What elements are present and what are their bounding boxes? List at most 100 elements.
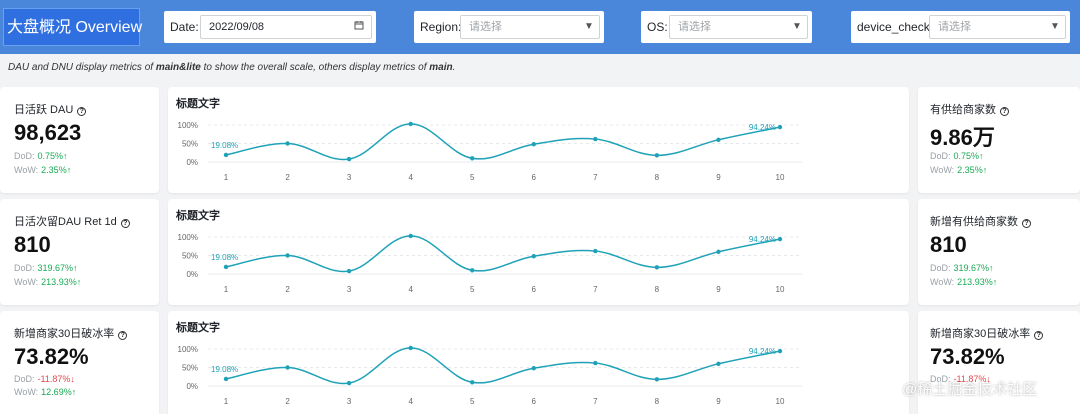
data-point	[346, 268, 352, 274]
x-tick-label: 6	[532, 397, 537, 406]
data-point	[408, 233, 413, 239]
data-point	[531, 366, 536, 371]
data-point	[408, 345, 413, 351]
data-point	[470, 268, 475, 273]
y-tick-label: 0%	[186, 158, 198, 167]
kpi-title: 有供给商家数?	[930, 101, 1009, 117]
data-point	[285, 253, 290, 258]
kpi-title-text: 新增商家30日破冰率	[930, 328, 1031, 340]
kpi-title: 新增商家30日破冰率?	[14, 325, 128, 341]
data-point	[593, 360, 598, 366]
wow-value: 2.35%	[957, 165, 983, 175]
date-picker[interactable]: 2022/09/08	[200, 15, 372, 39]
date-filter: Date: 2022/09/08	[164, 11, 376, 43]
data-point	[285, 141, 290, 146]
arrow-down-icon: ↓	[70, 374, 75, 384]
caret-down-icon[interactable]: ▼	[792, 11, 802, 43]
dod-value: 319.67%	[37, 263, 74, 273]
data-point	[716, 249, 721, 254]
kpi-dod: DoD: 319.67%↑	[930, 263, 994, 273]
device-check-select[interactable]: 请选择	[929, 15, 1066, 39]
kpi-dod: DoD: 319.67%↑	[14, 263, 78, 273]
x-tick-label: 3	[347, 173, 352, 182]
x-tick-label: 2	[285, 173, 290, 182]
note-bold: main	[429, 62, 453, 73]
caret-down-icon[interactable]: ▼	[1050, 11, 1060, 43]
question-circle-icon[interactable]: ?	[120, 219, 130, 228]
kpi-title-text: 日活跃 DAU	[14, 104, 74, 116]
data-label: 94.24%	[749, 235, 776, 244]
x-tick-label: 6	[532, 173, 537, 182]
series-line	[225, 235, 781, 273]
data-point	[777, 348, 783, 354]
kpi-dod: DoD: 0.75%↑	[930, 151, 984, 161]
caret-down-icon[interactable]: ▼	[584, 11, 594, 43]
wow-value: 213.93%	[957, 277, 993, 287]
kpi-card-dau-ret: 日活次留DAU Ret 1d? 810 DoD: 319.67%↑ WoW: 213…	[0, 199, 159, 305]
note-text: .	[452, 62, 456, 73]
wow-value: 2.35%	[41, 165, 67, 175]
series-line	[225, 123, 781, 161]
kpi-title: 日活次留DAU Ret 1d?	[14, 213, 130, 229]
line-chart: 100% 50% 0% 1 2 3 4 5 6 7 8 9 10 19.08% 94.24%	[178, 233, 802, 294]
x-tick-label: 9	[716, 173, 721, 182]
data-point	[716, 137, 721, 142]
question-circle-icon[interactable]: ?	[1000, 107, 1009, 116]
arrow-up-icon: ↑	[71, 387, 77, 397]
kpi-card-icebreak: 新增商家30日破冰率? 73.82% DoD: -11.87%↓ WoW: 12.6…	[0, 311, 159, 414]
calendar-icon[interactable]	[354, 11, 364, 43]
y-tick-label: 100%	[178, 121, 198, 130]
question-circle-icon[interactable]: ?	[1022, 219, 1031, 228]
data-point	[777, 236, 783, 242]
x-tick-label: 5	[470, 173, 475, 182]
watermark: @稀土掘金技术社区	[902, 381, 1038, 398]
question-circle-icon[interactable]: ?	[1034, 331, 1044, 340]
arrow-up-icon: ↑	[66, 165, 72, 175]
x-tick-label: 7	[593, 397, 598, 406]
dod-label: DoD:	[14, 374, 35, 384]
dod-value: -11.87%	[37, 374, 71, 384]
wow-label: WoW:	[14, 277, 39, 287]
kpi-title-text: 新增有供给商家数	[930, 216, 1018, 228]
x-tick-label: 3	[347, 285, 352, 294]
data-point	[470, 380, 475, 385]
data-label: 94.24%	[749, 347, 776, 356]
data-point	[285, 365, 290, 370]
kpi-title-text: 有供给商家数	[930, 104, 996, 116]
kpi-title-text: 日活次留DAU Ret 1d	[14, 216, 117, 228]
dod-label: DoD:	[14, 151, 35, 161]
data-label: 19.08%	[211, 141, 238, 150]
x-tick-label: 5	[470, 285, 475, 294]
dod-value: 0.75%	[37, 151, 64, 161]
kpi-wow: WoW: 12.69%↑	[14, 387, 76, 397]
chart-card-2: 标题文字 100% 50% 0% 1 2 3 4 5 6 7 8 9 10 19.08% 94.24%	[168, 199, 909, 305]
note-text: to show the overall scale, others displa…	[200, 62, 430, 73]
x-tick-label: 7	[593, 173, 598, 182]
y-tick-label: 50%	[182, 140, 198, 149]
x-tick-label: 9	[716, 397, 721, 406]
kpi-card-dau: 日活跃 DAU? 98,623 DoD: 0.75%↑ WoW: 2.35%↑	[0, 87, 159, 193]
chart-card-1: 标题文字 100% 50% 0% 1 2 3 4 5 6 7 8 9 10 19.08% 94.24%	[168, 87, 909, 193]
date-label: Date:	[170, 20, 199, 34]
data-point	[470, 156, 475, 161]
dod-value: 0.75%	[953, 151, 980, 161]
question-circle-icon[interactable]: ?	[118, 331, 128, 340]
dashboard-title: 大盘概况 Overview	[3, 8, 142, 46]
arrow-up-icon: ↑	[992, 277, 998, 287]
kpi-title-text: 新增商家30日破冰率	[14, 328, 115, 340]
x-tick-label: 3	[347, 397, 352, 406]
y-tick-label: 50%	[182, 364, 198, 373]
data-point	[223, 152, 229, 158]
question-circle-icon[interactable]: ?	[77, 107, 87, 116]
line-chart: 100% 50% 0% 1 2 3 4 5 6 7 8 9 10 19.08% 94.24%	[178, 345, 802, 406]
region-select[interactable]: 请选择	[460, 15, 600, 39]
data-point	[593, 136, 598, 142]
x-tick-label: 8	[655, 285, 660, 294]
device-check-label: device_check:	[857, 20, 934, 34]
kpi-card-new-supply: 新增有供给商家数? 810 DoD: 319.67%↑ WoW: 213.93%↑	[918, 199, 1080, 305]
data-label: 94.24%	[749, 123, 776, 132]
os-select[interactable]: 请选择	[669, 15, 808, 39]
wow-label: WoW:	[930, 277, 955, 287]
wow-label: WoW:	[14, 387, 39, 397]
kpi-wow: WoW: 2.35%↑	[14, 165, 71, 175]
